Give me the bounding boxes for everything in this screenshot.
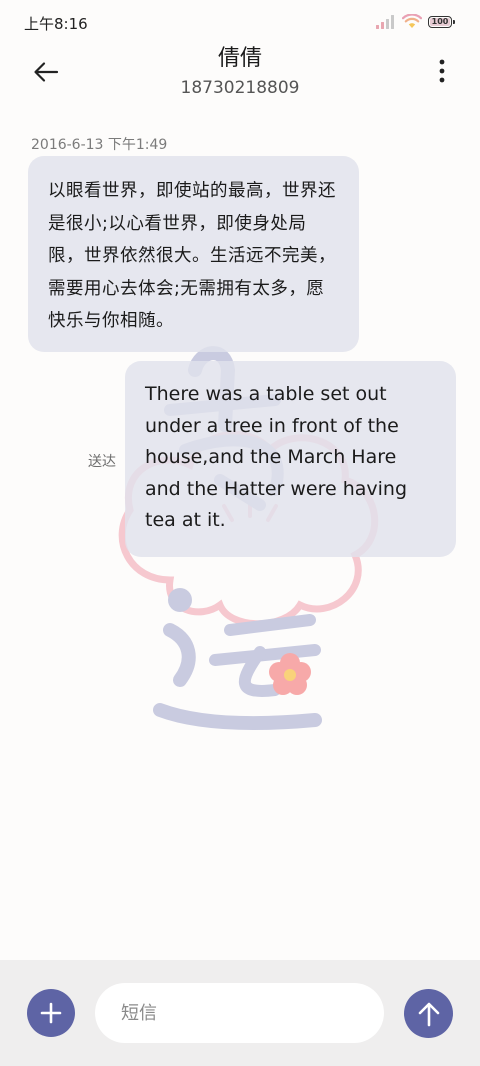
- status-time: 上午8:16: [24, 15, 88, 33]
- send-button[interactable]: [404, 989, 453, 1038]
- battery-level: 100: [431, 16, 449, 26]
- outgoing-message-bubble[interactable]: There was a table set out under a tree i…: [125, 361, 456, 557]
- add-attachment-button[interactable]: [27, 989, 75, 1037]
- message-composer: [0, 960, 480, 1066]
- arrow-up-icon: [418, 1002, 439, 1026]
- status-icons: 100: [376, 14, 455, 29]
- contact-info: 倩倩 18730218809: [80, 44, 400, 100]
- status-bar: 上午8:16 100: [0, 0, 480, 44]
- contact-name: 倩倩: [217, 46, 262, 71]
- more-options-button[interactable]: [434, 56, 450, 86]
- delivery-status: 送达: [88, 454, 116, 470]
- more-vertical-icon: [439, 59, 445, 83]
- incoming-message-bubble[interactable]: 以眼看世界，即使站的最高，世界还是很小;以心看世界，即使身处局限，世界依然很大。…: [28, 156, 359, 352]
- back-button[interactable]: [28, 54, 64, 90]
- arrow-left-icon: [34, 62, 59, 82]
- signal-icon: [376, 14, 394, 29]
- plus-icon: [40, 1002, 62, 1024]
- conversation-header: 倩倩 18730218809: [0, 44, 480, 104]
- battery-icon: 100: [428, 15, 455, 28]
- wifi-icon: [402, 14, 422, 28]
- message-input[interactable]: [95, 983, 384, 1043]
- message-timestamp: 2016-6-13 下午1:49: [31, 137, 168, 153]
- contact-number: 18730218809: [180, 78, 300, 98]
